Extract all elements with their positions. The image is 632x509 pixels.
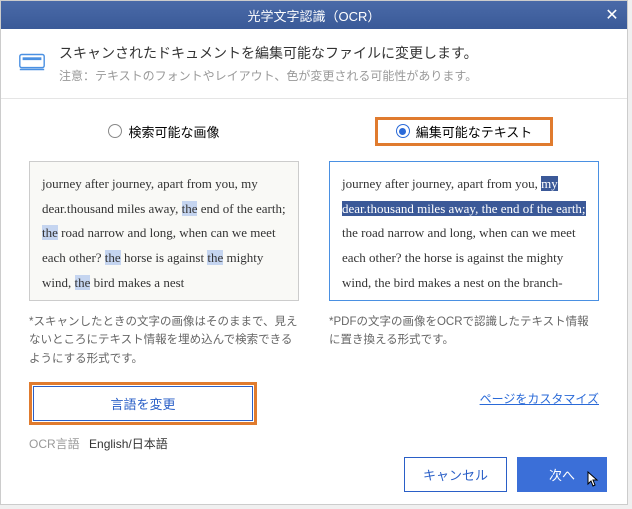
col-searchable: 検索可能な画像 journey after journey, apart fro… [29,117,299,452]
radio-searchable-label: 検索可能な画像 [128,122,219,141]
cursor-icon [584,470,600,495]
titlebar: 光学文字認識（OCR） ✕ [1,1,627,29]
ocr-lang-value: English/日本語 [89,437,168,451]
highlight-radio-editable: 編集可能なテキスト [375,117,554,146]
radio-editable-wrap: 編集可能なテキスト [329,117,599,145]
content: 検索可能な画像 journey after journey, apart fro… [1,99,627,462]
radio-on-icon[interactable] [396,124,410,138]
ocr-lang-row: OCR言語 English/日本語 [29,435,299,452]
header: スキャンされたドキュメントを編集可能なファイルに変更します。 注意：テキストのフ… [1,29,627,99]
dialog-title: 光学文字認識（OCR） [248,6,381,25]
customize-row: ページをカスタマイズ [329,390,599,408]
change-language-button[interactable]: 言語を変更 [33,386,253,421]
cancel-button[interactable]: キャンセル [404,457,507,492]
footer: キャンセル 次へ [404,457,607,492]
close-icon[interactable]: ✕ [603,5,621,25]
ocr-dialog: 光学文字認識（OCR） ✕ スキャンされたドキュメントを編集可能なファイルに変更… [0,0,628,505]
next-button-label: 次へ [549,468,575,483]
highlight-lang-button: 言語を変更 [29,382,257,425]
preview-searchable: journey after journey, apart from you, m… [29,161,299,301]
header-title: スキャンされたドキュメントを編集可能なファイルに変更します。 [59,43,607,63]
preview-editable[interactable]: journey after journey, apart from you, m… [329,161,599,301]
radio-editable-label[interactable]: 編集可能なテキスト [416,122,533,141]
desc-editable: *PDFの文字の画像をOCRで認識したテキスト情報に置き換える形式です。 [329,313,599,350]
desc-searchable: *スキャンしたときの文字の画像はそのままで、見えないところにテキスト情報を埋め込… [29,313,299,368]
radio-searchable[interactable]: 検索可能な画像 [29,117,299,145]
ocr-lang-label: OCR言語 [29,437,80,451]
next-button[interactable]: 次へ [517,457,607,492]
radio-off-icon [108,124,122,138]
col-editable: 編集可能なテキスト journey after journey, apart f… [329,117,599,452]
scanner-icon [17,47,47,77]
header-note: 注意：テキストのフォントやレイアウト、色が変更される可能性があります。 [59,67,607,84]
customize-pages-link[interactable]: ページをカスタマイズ [480,392,599,406]
